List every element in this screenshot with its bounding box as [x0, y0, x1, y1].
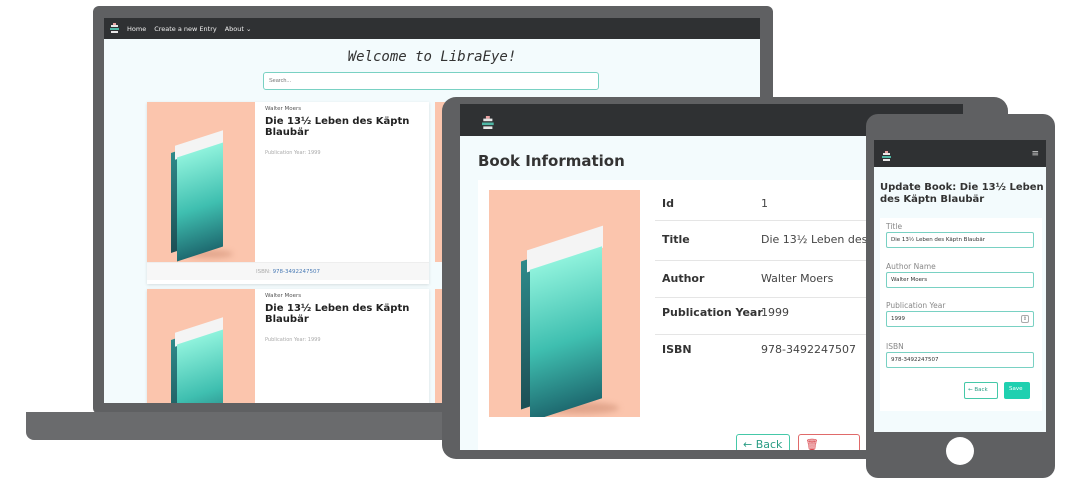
delete-button[interactable]: 🗑 Delete: [798, 434, 860, 450]
publication-year-stepper[interactable]: 1999 ⇕: [886, 311, 1034, 327]
page-title: Update Book: Die 13½ Leben des Käptn Bla…: [880, 182, 1044, 205]
libraeye-logo-icon[interactable]: [482, 116, 494, 130]
publication-year-value: 1999: [891, 316, 905, 322]
detail-key: Author: [662, 272, 705, 285]
card-author: Walter Moers: [265, 293, 302, 299]
book-card[interactable]: Walter Moers Die 13½ Leben des Käptn Bla…: [147, 102, 429, 284]
search-input[interactable]: [263, 72, 599, 90]
back-button[interactable]: ← Back: [736, 434, 790, 450]
isbn-value: 978-3492247507: [272, 269, 321, 275]
book-cover-image: [489, 190, 640, 417]
page-title: Welcome to LibraEye!: [347, 49, 517, 65]
laptop-navbar: Home Create a new Entry About ⌄: [104, 18, 760, 39]
libraeye-logo-icon[interactable]: [882, 151, 891, 162]
page-title: Book Information: [478, 152, 625, 170]
book-cover-image[interactable]: [147, 102, 255, 262]
save-button[interactable]: Save: [1004, 382, 1030, 399]
nav-create-entry-link[interactable]: Create a new Entry: [154, 25, 217, 33]
card-isbn: ISBN: 978-3492247507: [147, 262, 429, 280]
detail-key: ISBN: [662, 343, 692, 356]
phone-screen: ≡ Update Book: Die 13½ Leben des Käptn B…: [874, 140, 1046, 432]
author-name-field[interactable]: Walter Moers: [886, 272, 1034, 288]
card-title[interactable]: Die 13½ Leben des Käptn Blaubär: [265, 303, 415, 325]
phone-home-button: [946, 437, 974, 465]
book-card[interactable]: Walter Moers Die 13½ Leben des Käptn Bla…: [147, 289, 429, 403]
libraeye-logo-icon[interactable]: [110, 23, 119, 34]
publication-year-label: Publication Year: [886, 301, 946, 310]
detail-value: Walter Moers: [761, 272, 834, 285]
book-cover-image[interactable]: [147, 289, 255, 403]
card-author: Walter Moers: [265, 106, 302, 112]
detail-key: Id: [662, 197, 674, 210]
nav-about-dropdown[interactable]: About ⌄: [225, 25, 252, 33]
detail-key: Publication Year: [662, 306, 763, 319]
detail-key: Title: [662, 233, 690, 246]
hamburger-menu-icon[interactable]: ≡: [1031, 149, 1039, 159]
author-name-label: Author Name: [886, 262, 936, 271]
card-publication-year: Publication Year: 1999: [265, 337, 321, 343]
detail-value: 978-3492247507: [761, 343, 856, 356]
detail-value: 1999: [761, 306, 789, 319]
phone-navbar: ≡: [874, 140, 1046, 167]
card-title[interactable]: Die 13½ Leben des Käptn Blaubär: [265, 116, 415, 138]
card-publication-year: Publication Year: 1999: [265, 150, 321, 156]
isbn-label: ISBN: [886, 342, 904, 351]
stepper-arrows-icon[interactable]: ⇕: [1021, 315, 1029, 323]
back-button[interactable]: ← Back: [964, 382, 998, 399]
title-field[interactable]: Die 13½ Leben des Käptn Blaubär: [886, 232, 1034, 248]
isbn-field[interactable]: 978-3492247507: [886, 352, 1034, 368]
nav-home-link[interactable]: Home: [127, 25, 146, 33]
title-label: Title: [886, 222, 903, 231]
detail-value: 1: [761, 197, 768, 210]
isbn-label: ISBN:: [255, 269, 271, 275]
